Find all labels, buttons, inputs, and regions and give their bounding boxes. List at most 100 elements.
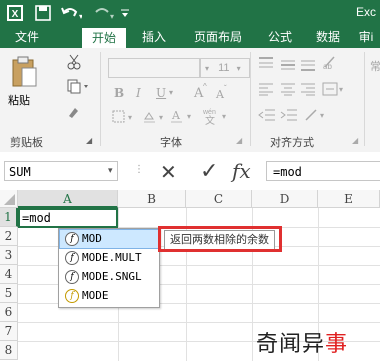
align-center-icon[interactable] [280,82,296,99]
row-header-5[interactable]: 5 [0,284,18,303]
svg-text:▾: ▾ [222,112,226,121]
svg-text:▾: ▾ [128,113,132,122]
cancel-button[interactable]: ✕ [160,160,177,185]
row-header-8[interactable]: 8 [0,341,18,360]
cut-icon[interactable] [66,54,82,73]
font-name-box[interactable] [108,58,200,78]
redo-icon[interactable]: ▾ [92,4,114,22]
align-left-icon[interactable] [258,82,274,99]
function-icon: f [65,270,79,284]
column-header-a[interactable]: A [18,190,118,208]
watermark: 奇闻异事 [256,326,348,358]
copy-icon[interactable] [66,78,92,97]
watermark-text: 奇闻异 [256,332,326,357]
column-header-d[interactable]: D [252,190,318,208]
align-middle-icon[interactable] [280,58,296,75]
align-bottom-icon[interactable] [300,58,316,75]
shrink-font-button[interactable]: A [216,88,224,101]
orientation-icon[interactable]: ab [322,54,338,73]
align-top-icon[interactable] [258,56,274,73]
function-autocomplete-list[interactable]: f MOD f MODE.MULT f MODE.SNGL f MODE [58,228,160,308]
name-box-dropdown-icon[interactable]: ▾ [108,165,113,176]
svg-text:ab: ab [323,62,332,70]
decrease-indent-icon[interactable] [258,108,276,125]
italic-button[interactable]: I [136,86,141,100]
column-header-c[interactable]: C [186,190,252,208]
save-icon[interactable] [34,4,52,22]
tab-page-layout[interactable]: 页面布局 [186,26,250,48]
active-cell-a1[interactable]: =mod [18,208,118,228]
column-label: A [63,192,72,206]
increase-indent-icon[interactable] [280,108,298,125]
row-label: 7 [4,324,13,338]
tab-file-label: 文件 [14,30,39,44]
autocomplete-item-mod[interactable]: f MOD [59,229,159,249]
insert-function-button[interactable]: fx [232,159,251,183]
row-header-4[interactable]: 4 [0,265,18,284]
tab-data-label: 数据 [315,30,340,44]
bold-button[interactable]: B [114,86,124,100]
window-title: Exc [356,5,377,19]
excel-logo-icon[interactable]: X [6,4,24,22]
paste-icon[interactable] [10,54,38,91]
number-format-box[interactable]: 常 [370,58,380,74]
row-header-6[interactable]: 6 [0,303,18,322]
fill-color-icon[interactable]: ▾ [142,110,166,127]
font-size-dropdown-icon: ▾ [205,64,210,73]
tab-home-label: 开始 [91,31,116,45]
tab-review[interactable]: 审i [352,26,380,48]
tab-insert[interactable]: 插入 [132,26,176,48]
row-header-7[interactable]: 7 [0,322,18,341]
formula-input[interactable]: =mod [266,161,380,181]
row-label: 8 [4,343,13,357]
enter-button[interactable]: ✓ [200,158,218,184]
formula-bar: SUM ▾ ⋮ ✕ ✓ fx =mod [0,152,380,191]
svg-text:wén: wén [202,109,216,116]
row-header-3[interactable]: 3 [0,246,18,265]
font-size-box[interactable]: ▾ 11 ▾ [200,58,250,78]
column-label: C [213,192,224,206]
format-painter-icon[interactable] [66,104,82,123]
autocomplete-item-mode[interactable]: f MODE [60,287,158,305]
row-header-2[interactable]: 2 [0,227,18,246]
group-separator [364,52,365,146]
undo-icon[interactable]: ▾ [60,4,83,22]
clipboard-launcher-icon[interactable]: ◢ [86,136,92,145]
autocomplete-item-mode-mult[interactable]: f MODE.MULT [60,249,158,267]
font-group-label: 字体 [160,137,182,149]
text-direction-icon[interactable]: ▾ [304,108,328,125]
font-launcher-icon[interactable]: ◢ [236,136,242,145]
phonetic-icon[interactable]: wén 文 ▾ [200,106,230,129]
tab-file[interactable]: 文件 [0,26,54,48]
autocomplete-item-mode-sngl[interactable]: f MODE.SNGL [60,268,158,286]
font-color-icon[interactable]: A ▾ [170,108,194,127]
compatibility-function-icon: f [65,289,79,303]
group-separator [100,52,101,146]
font-size-value: 11 [218,62,230,74]
underline-dropdown-icon[interactable]: ▾ [169,88,173,97]
alignment-launcher-icon[interactable]: ◢ [352,136,358,145]
merge-center-icon[interactable]: ▾ [322,82,346,99]
select-all-corner[interactable] [0,190,18,208]
group-separator [250,52,251,146]
tab-formulas[interactable]: 公式 [258,26,302,48]
column-header-b[interactable]: B [118,190,186,208]
highlight-box [158,226,282,252]
tab-data[interactable]: 数据 [306,26,350,48]
name-box-value: SUM [9,165,31,179]
customize-qat-icon[interactable] [120,8,130,26]
align-right-icon[interactable] [300,82,316,99]
row-label: 1 [4,210,12,224]
column-label: E [344,192,353,206]
paste-label[interactable]: 粘贴 [8,92,30,108]
row-label: 6 [4,305,13,319]
tab-home[interactable]: 开始 [82,28,126,48]
name-box[interactable]: SUM [4,161,118,181]
grow-font-button[interactable]: A [194,86,203,101]
underline-button[interactable]: U [156,86,166,100]
grow-font-icon: ^ [203,82,207,91]
row-header-1[interactable]: 1 [0,208,18,227]
ribbon-tabs: 文件 开始 插入 页面布局 公式 数据 审i [0,26,380,48]
borders-icon[interactable]: ▾ [112,110,134,127]
column-header-e[interactable]: E [318,190,380,208]
